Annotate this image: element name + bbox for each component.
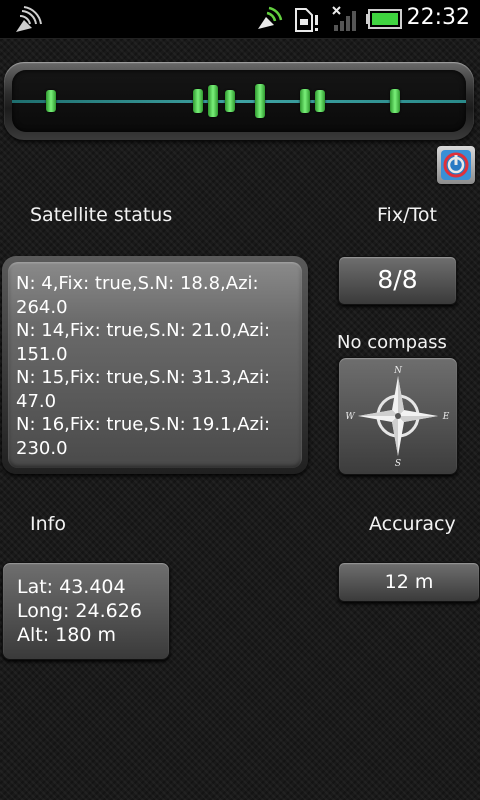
status-bar: 22:32 [0,0,480,39]
no-signal-icon [330,5,360,37]
power-button[interactable] [437,146,475,184]
info-label: Info [30,513,66,535]
power-icon [441,150,471,180]
satellite-status-panel: N: 4,Fix: true,S.N: 18.8,Azi: 264.0 N: 1… [2,256,308,474]
list-item: 230.0 [16,437,68,459]
satellite-dish-icon [12,6,42,38]
latitude-value: Lat: 43.404 [17,576,126,598]
compass-letter-n: N [393,366,403,376]
signal-bar [390,89,400,113]
list-item: N: 16,Fix: true,S.N: 19.1,Azi: [16,414,271,435]
compass-letter-s: S [395,459,401,469]
battery-icon [366,9,402,33]
compass-letter-e: E [442,412,450,422]
signal-strength-panel [4,62,474,140]
accuracy-value-box: 12 m [338,562,480,602]
satellite-status-screen[interactable]: N: 4,Fix: true,S.N: 18.8,Azi: 264.0 N: 1… [8,262,302,468]
signal-bar [255,84,265,118]
signal-bar [193,89,203,113]
list-item: 151.0 [16,343,68,365]
accuracy-value: 12 m [384,571,434,593]
signal-strength-display [12,70,466,132]
compass-letter-w: W [345,412,355,422]
list-item: N: 14,Fix: true,S.N: 21.0,Azi: [16,320,271,341]
satellite-list[interactable]: N: 4,Fix: true,S.N: 18.8,Azi: 264.0 N: 1… [16,272,296,460]
list-item: N: 4,Fix: true,S.N: 18.8,Azi: [16,273,259,294]
list-item: 47.0 [16,390,57,412]
signal-bar [300,89,310,113]
signal-bar [46,90,56,112]
compass-button[interactable]: N S W E [338,357,458,475]
gps-signal-icon [255,5,285,37]
signal-bar [208,85,218,117]
info-box: Lat: 43.404 Long: 24.626 Alt: 180 m [2,562,170,660]
altitude-value: Alt: 180 m [17,624,116,646]
compass-rose-icon: N S W E [345,366,450,469]
list-item: 264.0 [16,296,68,318]
no-compass-label: No compass [337,332,447,353]
status-clock: 22:32 [406,5,470,30]
signal-bar [315,90,325,112]
accuracy-label: Accuracy [369,513,456,535]
fix-tot-value: 8/8 [377,265,418,294]
sd-card-warning-icon [294,5,320,37]
list-item: N: 15,Fix: true,S.N: 31.3,Azi: [16,367,271,388]
satellite-status-label: Satellite status [30,204,173,226]
fix-tot-label: Fix/Tot [377,204,437,226]
fix-tot-value-box: 8/8 [338,256,457,305]
longitude-value: Long: 24.626 [17,600,142,622]
info-text: Lat: 43.404 Long: 24.626 Alt: 180 m [17,575,142,647]
signal-bar [225,90,235,112]
